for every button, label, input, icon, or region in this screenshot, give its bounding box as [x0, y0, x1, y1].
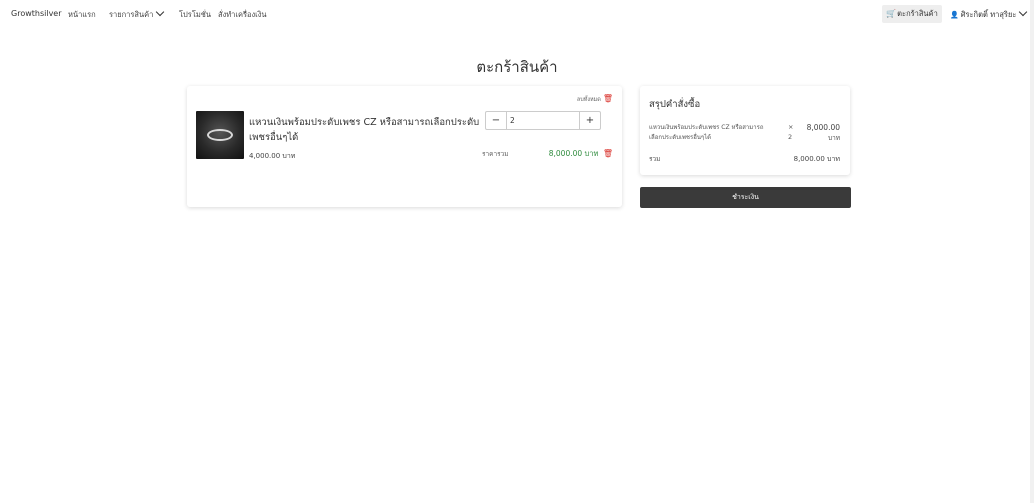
summary-title: สรุปคำสั่งซื้อ: [649, 99, 701, 110]
summary-unit: บาท: [827, 134, 840, 142]
summary-item-name: แหวนเงินพร้อมประดับเพชร CZ หรือสามารถเลื…: [649, 124, 764, 141]
brand-link[interactable]: Growthsilver: [11, 9, 62, 18]
increase-quantity-button[interactable]: +: [579, 112, 600, 129]
summary-price: 8,000.00: [806, 123, 840, 132]
nav-promotions[interactable]: โปรโมชั่น: [179, 9, 211, 21]
trash-icon[interactable]: 🗑: [603, 149, 613, 158]
remove-all-label: ลบทั้งหมด: [576, 97, 601, 103]
summary-total-value: 8,000.00 บาท: [793, 155, 840, 163]
cart-icon: 🛒: [886, 9, 897, 18]
pay-button[interactable]: ชำระเงิน: [640, 187, 851, 208]
nav-home[interactable]: หน้าแรก: [68, 9, 96, 21]
chevron-down-icon: [156, 7, 165, 17]
summary-qty: 2: [788, 133, 793, 141]
quantity-input[interactable]: 2: [510, 112, 515, 129]
item-total-label: ราคารวม: [482, 150, 509, 158]
nav-cart[interactable]: 🛒ตะกร้าสินค้า: [882, 5, 942, 23]
item-total: 8,000.00 บาท 🗑: [549, 148, 613, 160]
nav-products-label: รายการสินค้า: [109, 10, 154, 19]
quantity-stepper: − 2 +: [485, 111, 601, 130]
nav-custom-order[interactable]: สั่งทำเครื่องเงิน: [218, 9, 267, 21]
product-unit-price: 4,000.00 บาท: [249, 152, 296, 160]
user-icon: 👤: [950, 11, 959, 19]
order-summary-card: สรุปคำสั่งซื้อ แหวนเงินพร้อมประดับเพชร C…: [640, 86, 850, 175]
remove-all-button[interactable]: ลบทั้งหมด 🗑: [577, 94, 613, 104]
nav-cart-label: ตะกร้าสินค้า: [897, 9, 938, 18]
product-name[interactable]: แหวนเงินพร้อมประดับเพชร CZ หรือสามารถเลื…: [249, 115, 485, 145]
ring-image-shape: [207, 129, 233, 141]
decrease-quantity-button[interactable]: −: [486, 112, 507, 129]
trash-icon: 🗑: [602, 94, 613, 103]
product-image[interactable]: [196, 111, 244, 159]
cart-card: ลบทั้งหมด 🗑 แหวนเงินพร้อมประดับเพชร CZ หร…: [187, 86, 622, 207]
top-navbar: Growthsilver หน้าแรก รายการสินค้า โปรโมช…: [0, 0, 1034, 28]
user-name: ศิระกิตติ์ ทาสุริยะ: [960, 10, 1017, 19]
summary-times: ×: [788, 123, 794, 131]
page-title: ตะกร้าสินค้า: [476, 58, 558, 76]
nav-products[interactable]: รายการสินค้า: [109, 7, 165, 21]
user-menu[interactable]: 👤 ศิระกิตติ์ ทาสุริยะ: [950, 7, 1028, 21]
item-total-value: 8,000.00 บาท: [548, 149, 599, 158]
summary-total-label: รวม: [649, 155, 661, 163]
chevron-down-icon: [1019, 7, 1028, 17]
